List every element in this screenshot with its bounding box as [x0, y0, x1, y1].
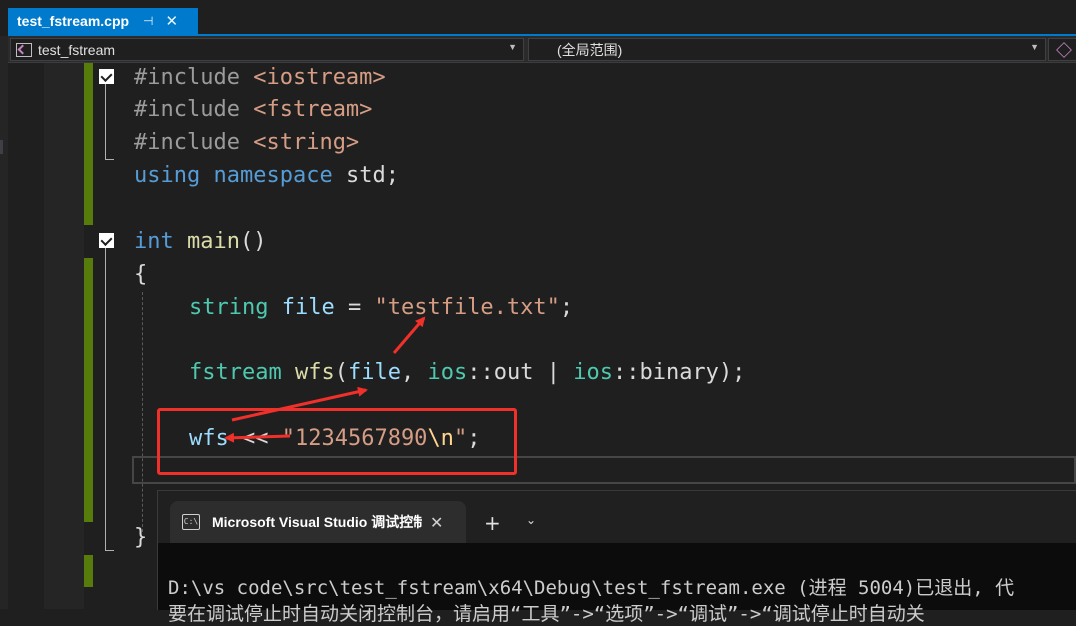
console-tab[interactable]: C:\ Microsoft Visual Studio 调试控制台 ✕ — [170, 501, 466, 543]
new-tab-button[interactable]: + — [484, 511, 501, 535]
chevron-down-icon[interactable]: ⌄ — [526, 513, 536, 527]
arrow-to-wfs — [224, 432, 291, 443]
console-output-line: D:\vs code\src\test_fstream\x64\Debug\te… — [168, 577, 1015, 599]
arrow-to-file-argument — [231, 386, 368, 422]
console-tab-title: Microsoft Visual Studio 调试控制台 — [212, 514, 422, 530]
console-output[interactable]: D:\vs code\src\test_fstream\x64\Debug\te… — [158, 543, 1076, 625]
console-output-line: 要在调试停止时自动关闭控制台，请启用“工具”->“选项”->“调试”->“调试停… — [168, 603, 925, 625]
close-icon[interactable]: ✕ — [430, 513, 443, 532]
console-icon: C:\ — [182, 514, 200, 530]
debug-console-window[interactable]: C:\ Microsoft Visual Studio 调试控制台 ✕ + ⌄ … — [157, 490, 1076, 625]
arrow-to-string-literal — [392, 316, 426, 354]
